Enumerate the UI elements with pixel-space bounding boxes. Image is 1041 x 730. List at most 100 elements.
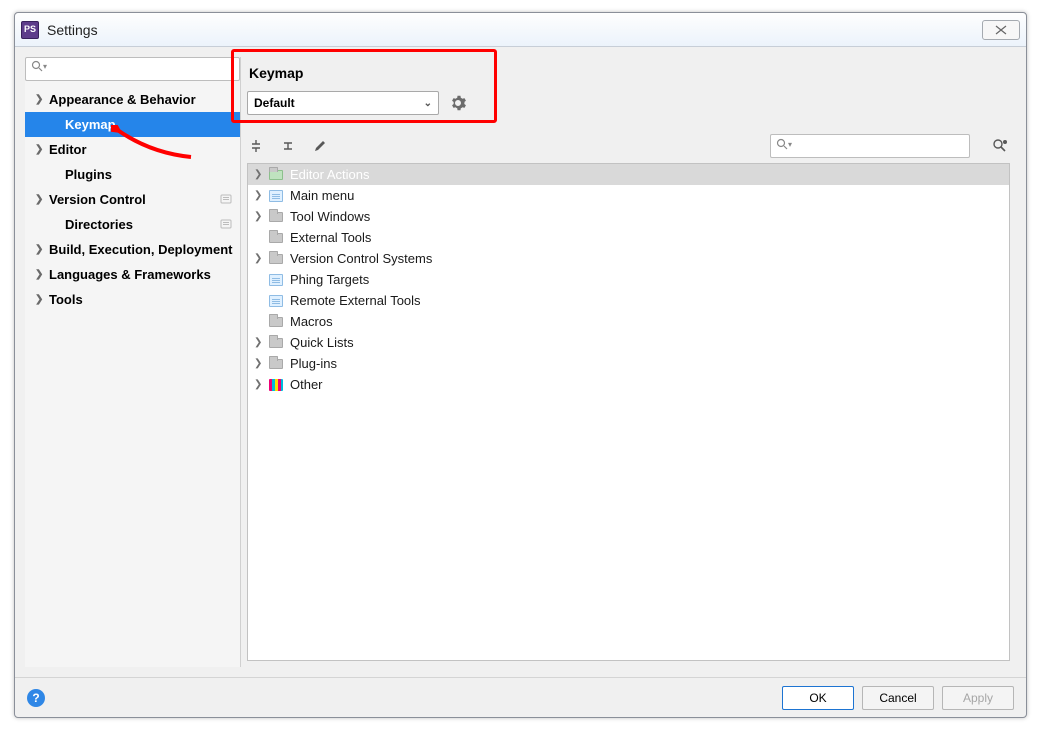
chevron-right-icon: ❯ bbox=[254, 211, 268, 222]
sidebar-item-tools[interactable]: ❯Tools bbox=[25, 287, 240, 312]
folder-green-icon bbox=[268, 168, 284, 182]
sidebar-item-label: Tools bbox=[49, 292, 83, 307]
project-badge-icon bbox=[220, 218, 232, 230]
chevron-right-icon: ❯ bbox=[35, 194, 47, 205]
tree-row-quick-lists[interactable]: ❯ Quick Lists bbox=[248, 332, 1009, 353]
pencil-icon bbox=[313, 139, 327, 153]
settings-window: PS Settings ▾ ❯Appearance & BehaviorKeym… bbox=[14, 12, 1027, 718]
project-badge-icon bbox=[220, 193, 232, 205]
chevron-right-icon: ❯ bbox=[254, 337, 268, 348]
tree-row-label: Phing Targets bbox=[290, 272, 369, 287]
chevron-right-icon: ❯ bbox=[254, 253, 268, 264]
sidebar-nav: ❯Appearance & BehaviorKeymap❯EditorPlugi… bbox=[25, 87, 240, 667]
sidebar-item-label: Directories bbox=[65, 217, 133, 232]
search-icon bbox=[31, 60, 43, 75]
tree-row-label: Version Control Systems bbox=[290, 251, 432, 266]
tree-row-label: Plug-ins bbox=[290, 356, 337, 371]
tree-row-label: Tool Windows bbox=[290, 209, 370, 224]
tree-row-tool-windows[interactable]: ❯ Tool Windows bbox=[248, 206, 1009, 227]
other-icon bbox=[268, 378, 284, 392]
panel-title: Keymap bbox=[247, 63, 1010, 91]
tree-row-label: Other bbox=[290, 377, 323, 392]
apply-button[interactable]: Apply bbox=[942, 686, 1014, 710]
tree-row-label: Editor Actions bbox=[290, 167, 370, 182]
ok-button[interactable]: OK bbox=[782, 686, 854, 710]
collapse-all-button[interactable] bbox=[279, 137, 297, 155]
app-icon: PS bbox=[21, 21, 39, 39]
find-shortcut-icon bbox=[992, 138, 1008, 154]
find-by-shortcut-button[interactable] bbox=[990, 136, 1010, 156]
help-button[interactable]: ? bbox=[27, 689, 45, 707]
search-icon bbox=[776, 138, 788, 153]
keymap-selector-row: Default ⌄ bbox=[247, 91, 1010, 123]
gear-icon bbox=[450, 95, 466, 111]
close-button[interactable] bbox=[982, 20, 1020, 40]
action-search: ▾ bbox=[770, 134, 970, 158]
expand-all-icon bbox=[249, 139, 263, 153]
sidebar-item-appearance-behavior[interactable]: ❯Appearance & Behavior bbox=[25, 87, 240, 112]
tree-row-plug-ins[interactable]: ❯ Plug-ins bbox=[248, 353, 1009, 374]
keymap-dropdown-value: Default bbox=[254, 96, 295, 110]
folder-blue-icon bbox=[268, 294, 284, 308]
tree-row-version-control-systems[interactable]: ❯ Version Control Systems bbox=[248, 248, 1009, 269]
chevron-down-icon: ▾ bbox=[788, 140, 792, 149]
window-title: Settings bbox=[47, 22, 98, 38]
tree-row-other[interactable]: ❯Other bbox=[248, 374, 1009, 395]
app-icon-label: PS bbox=[24, 25, 36, 34]
sidebar-item-version-control[interactable]: ❯Version Control bbox=[25, 187, 240, 212]
tree-row-editor-actions[interactable]: ❯ Editor Actions bbox=[248, 164, 1009, 185]
action-tree[interactable]: ❯Editor Actions❯Main menu❯Tool Windows❯E… bbox=[247, 163, 1010, 661]
chevron-down-icon: ▾ bbox=[43, 62, 47, 71]
collapse-all-icon bbox=[281, 139, 295, 153]
tree-row-main-menu[interactable]: ❯Main menu bbox=[248, 185, 1009, 206]
sidebar-item-label: Plugins bbox=[65, 167, 112, 182]
sidebar-item-build-execution-deployment[interactable]: ❯Build, Execution, Deployment bbox=[25, 237, 240, 262]
chevron-right-icon: ❯ bbox=[254, 169, 268, 180]
folder-icon bbox=[268, 336, 284, 350]
chevron-right-icon: ❯ bbox=[35, 294, 47, 305]
sidebar-search: ▾ bbox=[25, 57, 240, 87]
edit-shortcut-button[interactable] bbox=[311, 137, 329, 155]
keymap-settings-button[interactable] bbox=[449, 94, 467, 112]
chevron-right-icon: ❯ bbox=[35, 244, 47, 255]
folder-icon bbox=[268, 210, 284, 224]
sidebar-item-label: Languages & Frameworks bbox=[49, 267, 211, 282]
sidebar-item-label: Editor bbox=[49, 142, 87, 157]
main-panel: Keymap Default ⌄ bbox=[241, 57, 1016, 667]
sidebar: ▾ ❯Appearance & BehaviorKeymap❯EditorPlu… bbox=[25, 57, 241, 667]
tree-row-remote-external-tools[interactable]: ❯Remote External Tools bbox=[248, 290, 1009, 311]
expand-all-button[interactable] bbox=[247, 137, 265, 155]
cancel-button[interactable]: Cancel bbox=[862, 686, 934, 710]
help-icon: ? bbox=[32, 691, 39, 705]
sidebar-search-input[interactable] bbox=[25, 57, 240, 81]
tree-row-label: Quick Lists bbox=[290, 335, 354, 350]
titlebar: PS Settings bbox=[15, 13, 1026, 47]
sidebar-item-label: Build, Execution, Deployment bbox=[49, 242, 232, 257]
sidebar-item-keymap[interactable]: Keymap bbox=[25, 112, 240, 137]
sidebar-item-languages-frameworks[interactable]: ❯Languages & Frameworks bbox=[25, 262, 240, 287]
sidebar-item-directories[interactable]: Directories bbox=[25, 212, 240, 237]
chevron-right-icon: ❯ bbox=[35, 144, 47, 155]
tree-row-phing-targets[interactable]: ❯Phing Targets bbox=[248, 269, 1009, 290]
sidebar-item-plugins[interactable]: Plugins bbox=[25, 162, 240, 187]
folder-blue-icon bbox=[268, 189, 284, 203]
tree-row-external-tools[interactable]: ❯External Tools bbox=[248, 227, 1009, 248]
close-icon bbox=[993, 24, 1009, 36]
folder-icon bbox=[268, 315, 284, 329]
dialog-footer: ? OK Cancel Apply bbox=[15, 677, 1026, 717]
chevron-right-icon: ❯ bbox=[35, 94, 47, 105]
sidebar-item-editor[interactable]: ❯Editor bbox=[25, 137, 240, 162]
sidebar-item-label: Keymap bbox=[65, 117, 116, 132]
keymap-dropdown[interactable]: Default ⌄ bbox=[247, 91, 439, 115]
chevron-down-icon: ⌄ bbox=[424, 98, 432, 109]
chevron-right-icon: ❯ bbox=[254, 358, 268, 369]
body: ▾ ❯Appearance & BehaviorKeymap❯EditorPlu… bbox=[15, 47, 1026, 677]
tree-row-label: Macros bbox=[290, 314, 333, 329]
sidebar-item-label: Version Control bbox=[49, 192, 146, 207]
chevron-right-icon: ❯ bbox=[35, 269, 47, 280]
tree-row-label: External Tools bbox=[290, 230, 371, 245]
tree-row-macros[interactable]: ❯Macros bbox=[248, 311, 1009, 332]
action-search-input[interactable] bbox=[770, 134, 970, 158]
folder-icon bbox=[268, 357, 284, 371]
tree-row-label: Remote External Tools bbox=[290, 293, 421, 308]
